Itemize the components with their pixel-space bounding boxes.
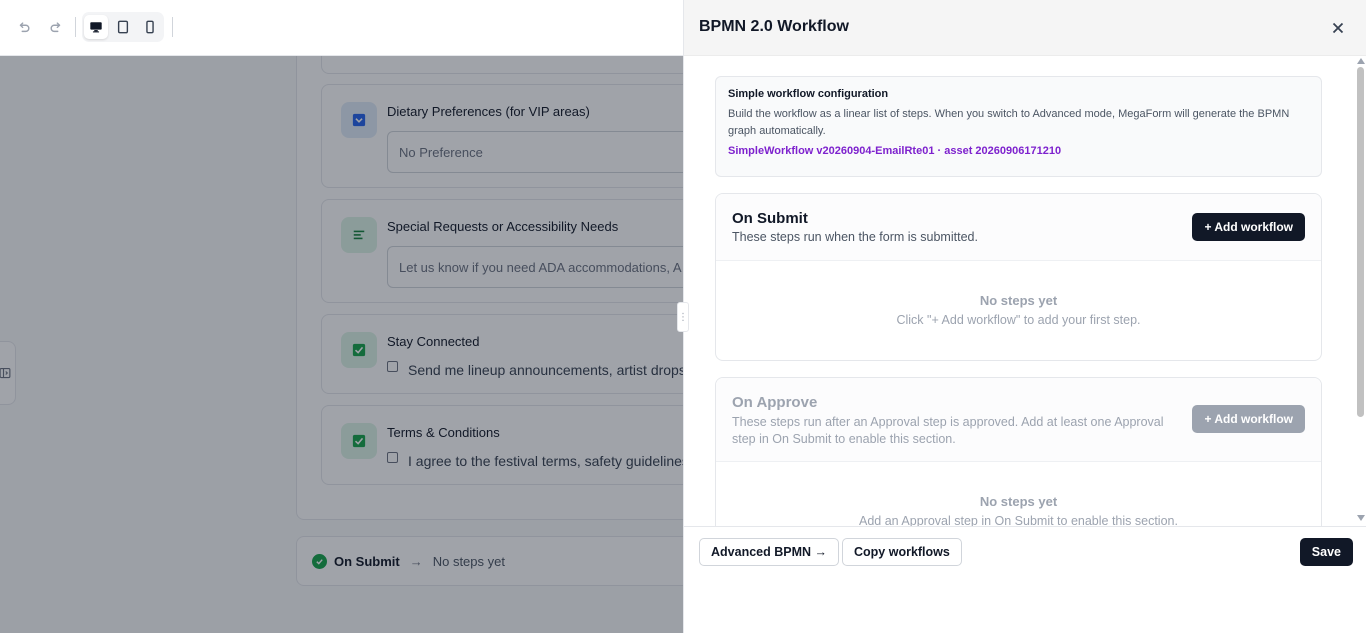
add-workflow-button-disabled: + Add workflow: [1192, 405, 1305, 433]
close-icon: [1332, 22, 1344, 34]
redo-button[interactable]: [43, 14, 69, 40]
scroll-thumb[interactable]: [1357, 67, 1364, 417]
tablet-view-button[interactable]: [111, 15, 135, 39]
desktop-view-button[interactable]: [84, 15, 108, 39]
redo-icon: [50, 22, 61, 33]
close-button[interactable]: [1327, 17, 1349, 39]
section-title: On Submit: [732, 210, 808, 227]
empty-state: No steps yet Click "+ Add workflow" to a…: [716, 261, 1321, 327]
workflow-drawer: BPMN 2.0 Workflow Simple workflow config…: [683, 0, 1366, 633]
empty-description: Click "+ Add workflow" to add your first…: [896, 313, 1141, 327]
section-description: These steps run after an Approval step i…: [732, 415, 1164, 446]
modal-backdrop[interactable]: [0, 56, 683, 633]
mobile-view-button[interactable]: [138, 15, 162, 39]
drawer-resize-handle[interactable]: ⋮: [677, 302, 689, 332]
undo-button[interactable]: [11, 14, 37, 40]
drawer-scrollbar[interactable]: [1354, 56, 1366, 526]
empty-title: No steps yet: [979, 494, 1058, 509]
scroll-down-icon[interactable]: [1357, 515, 1365, 521]
toolbar-divider: [75, 17, 76, 37]
section-on-approve: On Approve These steps run after an Appr…: [715, 377, 1322, 526]
empty-state: No steps yet Add an Approval step in On …: [716, 462, 1321, 526]
workflow-info-box: Simple workflow configuration Build the …: [715, 76, 1322, 177]
save-button[interactable]: Save: [1299, 538, 1353, 566]
section-on-submit: On Submit These steps run when the form …: [715, 193, 1322, 361]
drawer-title: BPMN 2.0 Workflow: [699, 18, 849, 35]
section-header: On Approve These steps run after an Appr…: [716, 378, 1321, 462]
drawer-header: BPMN 2.0 Workflow: [684, 0, 1366, 56]
empty-title: No steps yet: [979, 293, 1058, 308]
drawer-footer: Advanced BPMN → Copy workflows Save: [684, 526, 1366, 633]
info-description: Build the workflow as a linear list of s…: [728, 108, 1290, 137]
workflow-asset-id: SimpleWorkflow v20260904-EmailRte01 · as…: [728, 145, 1062, 157]
drawer-body: Simple workflow configuration Build the …: [684, 56, 1366, 526]
device-switcher: [82, 12, 164, 42]
section-description: These steps run when the form is submitt…: [732, 230, 978, 244]
toolbar-divider: [172, 17, 173, 37]
info-title: Simple workflow configuration: [728, 88, 889, 100]
scroll-up-icon[interactable]: [1357, 58, 1365, 64]
advanced-bpmn-button[interactable]: Advanced BPMN →: [699, 538, 839, 566]
empty-description: Add an Approval step in On Submit to ena…: [859, 514, 1178, 526]
copy-workflows-button[interactable]: Copy workflows: [842, 538, 962, 566]
mobile-icon: [146, 20, 154, 34]
section-header: On Submit These steps run when the form …: [716, 194, 1321, 261]
section-title: On Approve: [732, 394, 818, 411]
add-workflow-button[interactable]: + Add workflow: [1192, 213, 1305, 241]
undo-icon: [19, 22, 30, 33]
tablet-icon: [117, 20, 129, 34]
desktop-icon: [90, 22, 102, 33]
